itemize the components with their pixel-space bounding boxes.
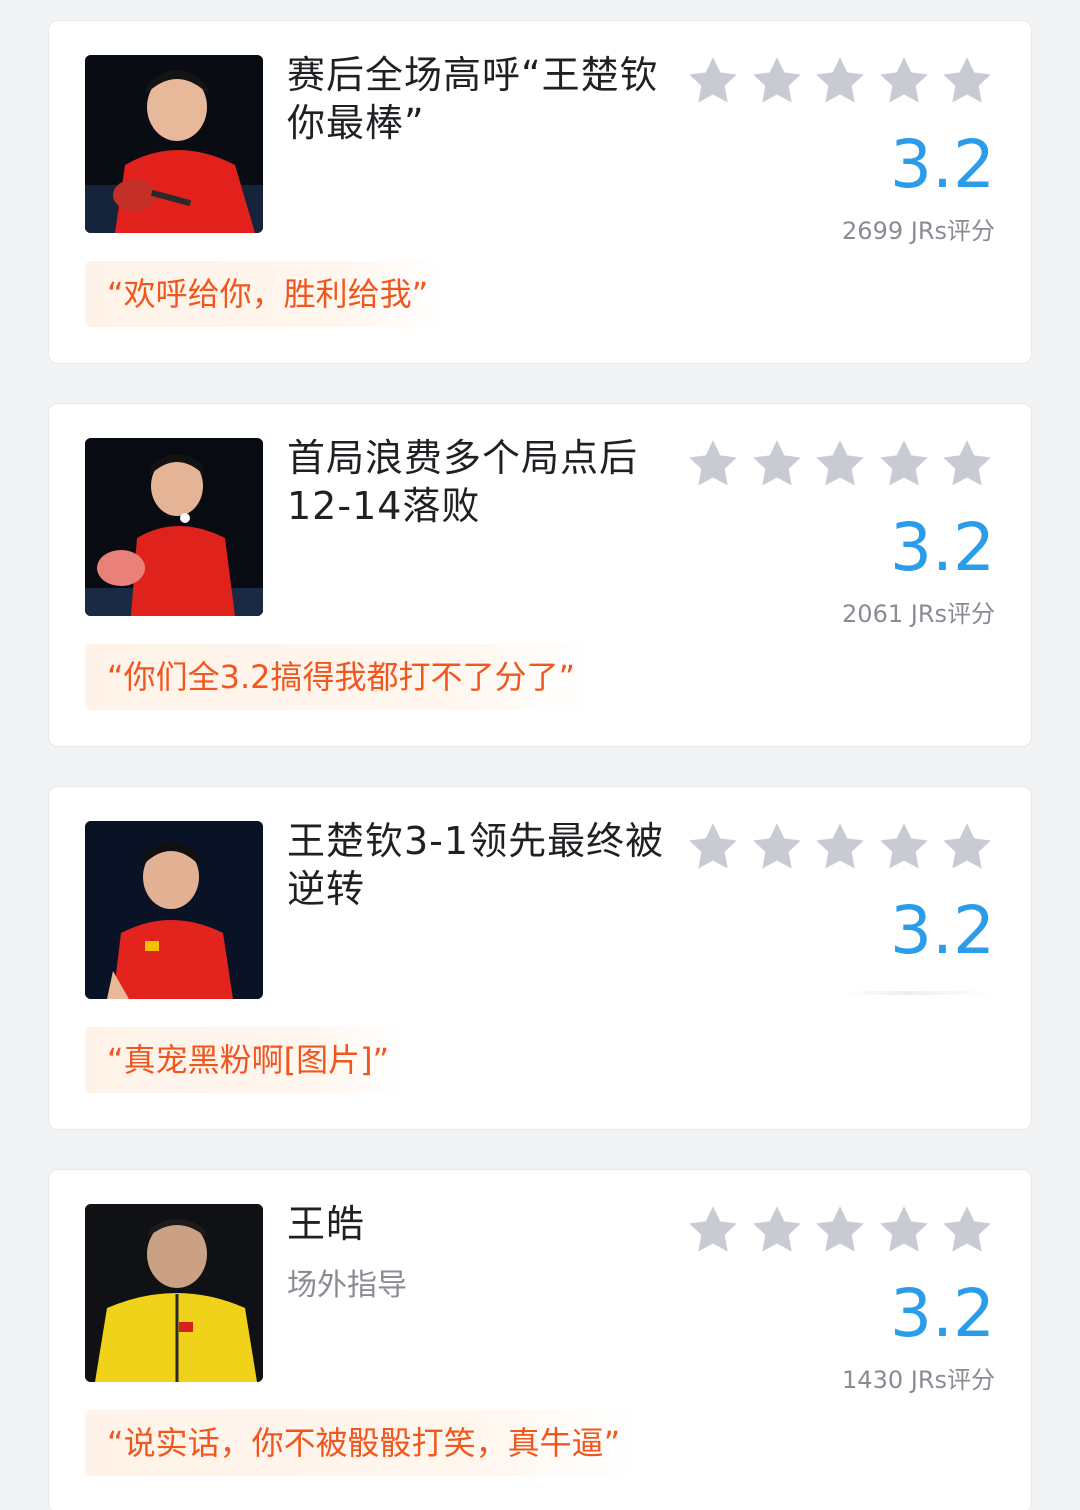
top-comment-quote[interactable]: “欢呼给你，胜利给我” bbox=[85, 261, 447, 327]
rating-card[interactable]: 赛后全场高呼“王楚钦你最棒” 3.2 2699 JRs评分 “欢呼给你，胜利给我… bbox=[48, 20, 1032, 364]
top-comment-quote[interactable]: “说实话，你不被骰骰打笑，真牛逼” bbox=[85, 1410, 639, 1476]
star-icon[interactable] bbox=[939, 1202, 995, 1258]
top-comment-quote[interactable]: “真宠黑粉啊[图片]” bbox=[85, 1027, 408, 1093]
rating-score: 3.2 bbox=[890, 892, 995, 969]
loading-placeholder bbox=[845, 991, 995, 995]
player-photo bbox=[85, 55, 263, 233]
card-title: 王楚钦3-1领先最终被逆转 bbox=[287, 819, 665, 911]
rating-count: 1430 JRs评分 bbox=[842, 1366, 995, 1394]
card-title: 首局浪费多个局点后12-14落败 bbox=[287, 436, 639, 528]
star-icon[interactable] bbox=[876, 1202, 932, 1258]
rating-score: 3.2 bbox=[890, 126, 995, 203]
card-subtitle: 场外指导 bbox=[287, 1268, 407, 1303]
star-rating[interactable] bbox=[685, 436, 995, 492]
star-rating[interactable] bbox=[685, 53, 995, 109]
star-icon[interactable] bbox=[939, 819, 995, 875]
star-icon[interactable] bbox=[685, 1202, 741, 1258]
rating-score: 3.2 bbox=[890, 509, 995, 586]
star-icon[interactable] bbox=[939, 436, 995, 492]
star-icon[interactable] bbox=[749, 819, 805, 875]
coach-photo bbox=[85, 1204, 263, 1382]
star-icon[interactable] bbox=[749, 1202, 805, 1258]
player-photo bbox=[85, 821, 263, 999]
star-icon[interactable] bbox=[749, 436, 805, 492]
star-icon[interactable] bbox=[812, 436, 868, 492]
star-icon[interactable] bbox=[876, 819, 932, 875]
star-icon[interactable] bbox=[812, 819, 868, 875]
card-title: 王皓 bbox=[287, 1202, 366, 1246]
star-rating[interactable] bbox=[685, 819, 995, 875]
rating-card[interactable]: 首局浪费多个局点后12-14落败 3.2 2061 JRs评分 “你们全3.2搞… bbox=[48, 403, 1032, 747]
rating-count: 2699 JRs评分 bbox=[842, 217, 995, 245]
rating-score: 3.2 bbox=[890, 1275, 995, 1352]
star-icon[interactable] bbox=[812, 1202, 868, 1258]
rating-list: 赛后全场高呼“王楚钦你最棒” 3.2 2699 JRs评分 “欢呼给你，胜利给我… bbox=[0, 0, 1080, 1510]
rating-count: 2061 JRs评分 bbox=[842, 600, 995, 628]
star-icon[interactable] bbox=[685, 819, 741, 875]
rating-card[interactable]: 王皓 场外指导 3.2 1430 JRs评分 “说实话，你不被骰骰打笑，真牛逼” bbox=[48, 1169, 1032, 1510]
player-photo bbox=[85, 438, 263, 616]
star-icon[interactable] bbox=[749, 53, 805, 109]
rating-card[interactable]: 王楚钦3-1领先最终被逆转 3.2 “真宠黑粉啊[图片]” bbox=[48, 786, 1032, 1130]
card-title: 赛后全场高呼“王楚钦你最棒” bbox=[287, 53, 659, 145]
star-rating[interactable] bbox=[685, 1202, 995, 1258]
star-icon[interactable] bbox=[685, 53, 741, 109]
star-icon[interactable] bbox=[876, 53, 932, 109]
star-icon[interactable] bbox=[876, 436, 932, 492]
top-comment-quote[interactable]: “你们全3.2搞得我都打不了分了” bbox=[85, 644, 594, 710]
star-icon[interactable] bbox=[685, 436, 741, 492]
star-icon[interactable] bbox=[812, 53, 868, 109]
star-icon[interactable] bbox=[939, 53, 995, 109]
